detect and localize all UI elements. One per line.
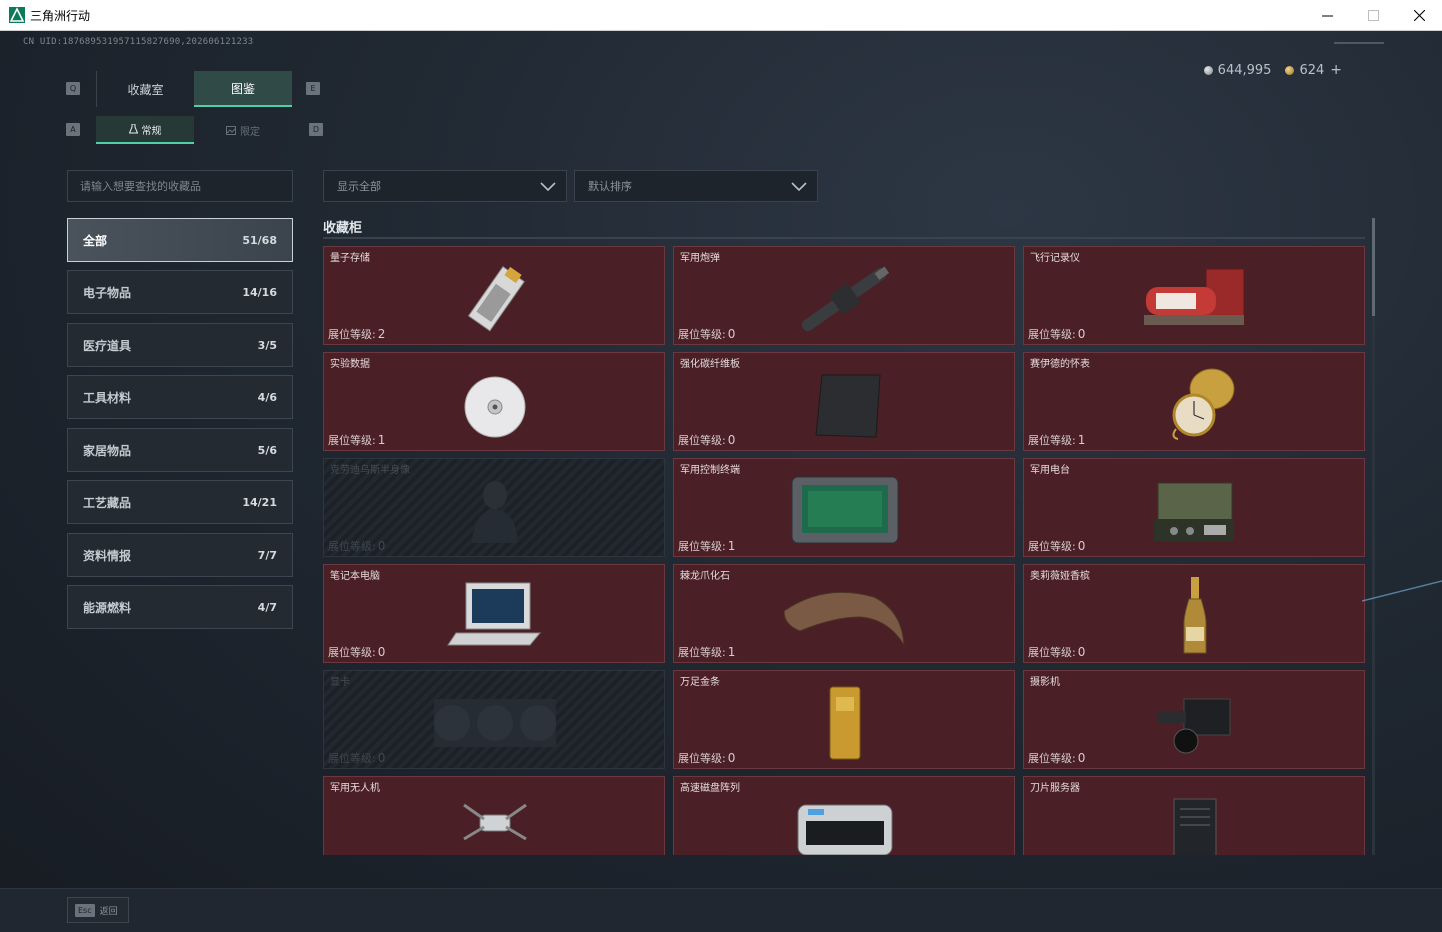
- key-hint-e: E: [306, 82, 320, 95]
- section-divider: [323, 237, 1365, 239]
- tab-collection-room[interactable]: 收藏室: [96, 71, 194, 107]
- item-card-locked[interactable]: 克劳迪乌斯半身像 展位等级: 0: [323, 458, 665, 557]
- window-title: 三角洲行动: [30, 8, 91, 23]
- gold-coin-icon: [1285, 66, 1295, 75]
- light-streak-decoration: [1362, 580, 1442, 602]
- key-hint-a: A: [66, 123, 80, 136]
- image-icon: [226, 125, 236, 135]
- back-button[interactable]: Esc 返回: [67, 897, 129, 923]
- item-card[interactable]: 万足金条 展位等级: 0: [673, 670, 1015, 769]
- category-all[interactable]: 全部 51/68: [67, 218, 293, 262]
- item-card[interactable]: 飞行记录仪 展位等级: 0: [1023, 246, 1365, 345]
- item-card[interactable]: 笔记本电脑 展位等级: 0: [323, 564, 665, 663]
- add-currency-button[interactable]: +: [1330, 62, 1342, 78]
- game-viewport: CN UID:18768953195711582769​0,2026061212…: [0, 31, 1442, 932]
- military-radio-icon: [1154, 482, 1234, 541]
- uid-label: CN UID:18768953195711582769​0,2026061212…: [23, 37, 254, 47]
- minimize-button[interactable]: [1304, 0, 1350, 31]
- item-card-locked[interactable]: 显卡 展位等级: 0: [323, 670, 665, 769]
- champagne-bottle-icon: [1183, 577, 1207, 654]
- chevron-down-icon: [791, 182, 807, 192]
- category-electronics[interactable]: 电子物品 14/16: [67, 270, 293, 314]
- window-titlebar: 三角洲行动: [0, 0, 1442, 31]
- control-terminal-icon: [791, 476, 899, 544]
- top-divider: [1334, 42, 1384, 44]
- maximize-button[interactable]: [1350, 0, 1396, 31]
- gold-currency: 624 +: [1285, 62, 1342, 78]
- graphics-card-icon: [434, 699, 556, 747]
- esc-key-hint: Esc: [75, 903, 95, 917]
- tab-catalog[interactable]: 图鉴: [194, 71, 292, 107]
- dinosaur-claw-icon: [784, 591, 905, 646]
- scrollbar-thumb[interactable]: [1372, 218, 1375, 316]
- item-card[interactable]: 实验数据 展位等级: 1: [323, 352, 665, 451]
- item-card[interactable]: 军用无人机 展位等级:: [323, 776, 665, 855]
- currency-bar: 644,995 624 +: [1203, 62, 1342, 78]
- main-tabs: 收藏室 图鉴: [96, 71, 292, 107]
- category-medical[interactable]: 医疗道具 3/5: [67, 323, 293, 367]
- storage-card-icon: [467, 266, 525, 332]
- flight-recorder-icon: [1144, 268, 1245, 326]
- chevron-down-icon: [540, 182, 556, 192]
- data-disc-icon: [464, 376, 526, 438]
- item-card[interactable]: 奥莉薇娅香槟 展位等级: 0: [1023, 564, 1365, 663]
- close-icon: [1413, 9, 1425, 21]
- back-label: 返回: [99, 906, 118, 917]
- category-energy[interactable]: 能源燃料 4/7: [67, 585, 293, 629]
- category-intel[interactable]: 资料情报 7/7: [67, 533, 293, 577]
- military-shell-icon: [801, 266, 890, 332]
- item-card[interactable]: 强化碳纤维板 展位等级: 0: [673, 352, 1015, 451]
- key-hint-q: Q: [66, 82, 80, 95]
- bust-statue-icon: [472, 481, 518, 543]
- item-card[interactable]: 赛伊德的怀表 展位等级: 1: [1023, 352, 1365, 451]
- item-card[interactable]: 军用控制终端 展位等级: 1: [673, 458, 1015, 557]
- category-household[interactable]: 家居物品 5/6: [67, 428, 293, 472]
- bottom-bar: [0, 888, 1442, 932]
- blade-server-icon: [1173, 798, 1217, 855]
- item-card[interactable]: 高速磁盘阵列 展位等级:: [673, 776, 1015, 855]
- laptop-icon: [447, 582, 542, 646]
- silver-currency: 644,995: [1203, 63, 1271, 78]
- item-card[interactable]: 军用电台 展位等级: 0: [1023, 458, 1365, 557]
- section-title: 收藏柜: [323, 221, 363, 236]
- carbon-fiber-panel-icon: [815, 374, 881, 438]
- filter-display-select[interactable]: 显示全部: [323, 170, 567, 202]
- disk-array-icon: [797, 804, 893, 855]
- sub-tabs: 常规 限定: [96, 116, 292, 144]
- gold-bar-icon: [829, 686, 861, 760]
- app-logo-icon: [9, 7, 25, 23]
- video-camera-icon: [1158, 698, 1231, 754]
- item-card[interactable]: 量子存储 展位等级: 2: [323, 246, 665, 345]
- drone-icon: [463, 803, 527, 841]
- item-card[interactable]: 军用炮弹 展位等级: 0: [673, 246, 1015, 345]
- tab-limited[interactable]: 限定: [194, 116, 292, 144]
- sort-select[interactable]: 默认排序: [574, 170, 818, 202]
- category-tools[interactable]: 工具材料 4/6: [67, 375, 293, 419]
- category-crafts[interactable]: 工艺藏品 14/21: [67, 480, 293, 524]
- close-button[interactable]: [1396, 0, 1442, 31]
- item-card[interactable]: 刀片服务器 展位等级:: [1023, 776, 1365, 855]
- tab-regular[interactable]: 常规: [96, 116, 194, 144]
- search-input[interactable]: 请输入想要查找的收藏品: [67, 170, 293, 202]
- item-card[interactable]: 摄影机 展位等级: 0: [1023, 670, 1365, 769]
- minimize-icon: [1321, 15, 1333, 16]
- maximize-icon: [1367, 9, 1379, 21]
- silver-coin-icon: [1203, 65, 1213, 75]
- pocket-watch-icon: [1172, 368, 1235, 440]
- item-card[interactable]: 棘龙爪化石 展位等级: 1: [673, 564, 1015, 663]
- key-hint-d: D: [309, 123, 323, 136]
- collection-grid: 量子存储 展位等级:2 军用炮弹 展位等级:0 飞行记录仪 展位等级:0: [323, 246, 1365, 855]
- flask-icon: [128, 124, 138, 134]
